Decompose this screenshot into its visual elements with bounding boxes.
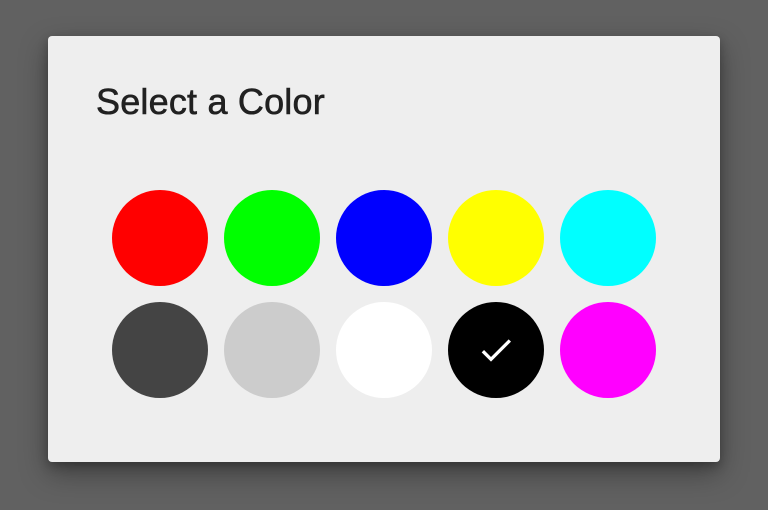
- color-swatch-white[interactable]: [336, 302, 432, 398]
- color-swatch-red[interactable]: [112, 190, 208, 286]
- color-swatch-grid: [112, 190, 656, 398]
- color-swatch-blue[interactable]: [336, 190, 432, 286]
- color-picker-dialog: Select a Color: [48, 36, 720, 462]
- color-swatch-cyan[interactable]: [560, 190, 656, 286]
- dialog-title: Select a Color: [96, 81, 325, 123]
- check-icon: [481, 339, 511, 362]
- color-swatch-yellow[interactable]: [448, 190, 544, 286]
- color-swatch-dark-gray[interactable]: [112, 302, 208, 398]
- color-swatch-black[interactable]: [448, 302, 544, 398]
- color-swatch-light-gray[interactable]: [224, 302, 320, 398]
- color-swatch-magenta[interactable]: [560, 302, 656, 398]
- color-swatch-green[interactable]: [224, 190, 320, 286]
